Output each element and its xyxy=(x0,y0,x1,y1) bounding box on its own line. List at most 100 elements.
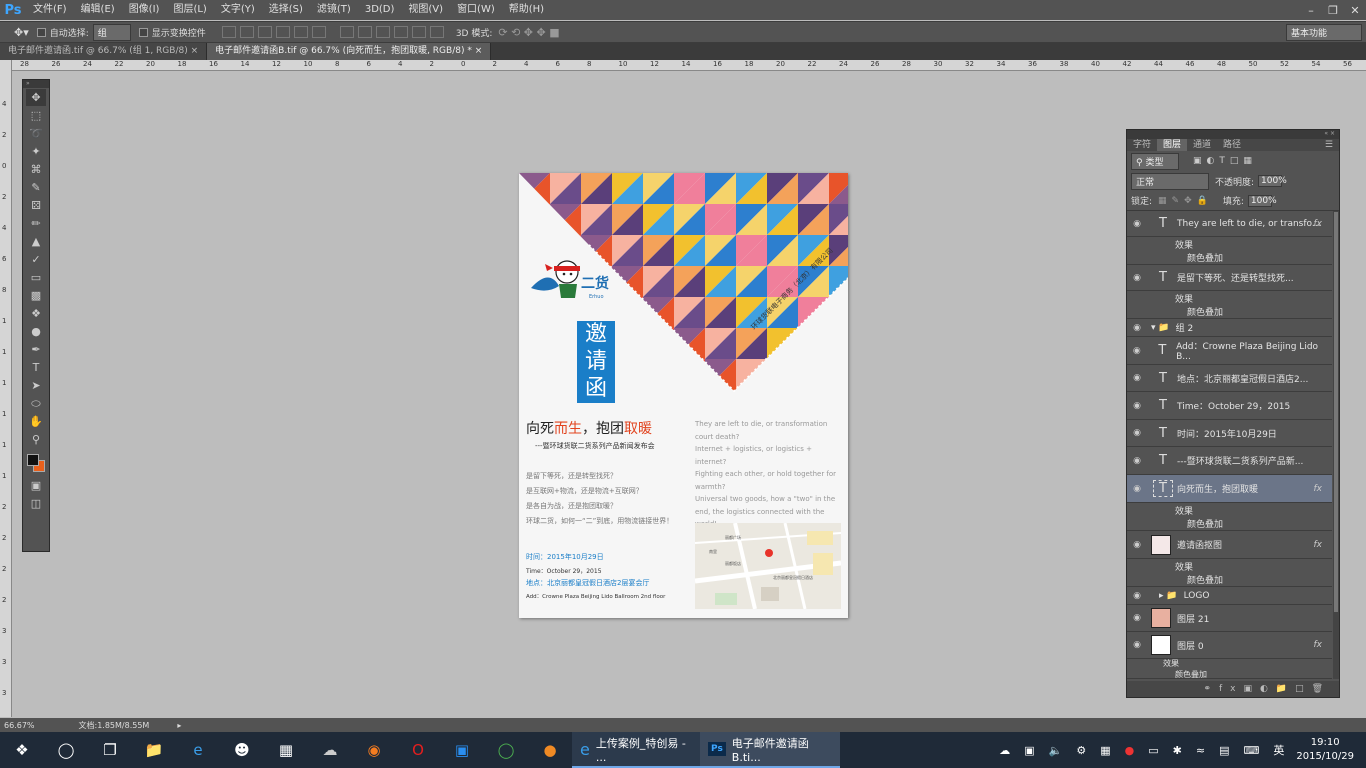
minimize-icon[interactable]: – xyxy=(1300,2,1322,18)
task-view-icon[interactable]: ❐ xyxy=(88,732,132,768)
align-bottom-icon[interactable] xyxy=(257,26,272,38)
dodge-tool-icon[interactable]: ● xyxy=(26,323,46,340)
workspace-dropdown[interactable]: 基本功能 xyxy=(1286,23,1362,41)
clock[interactable]: 19:10 2015/10/29 xyxy=(1296,736,1354,764)
auto-select-checkbox[interactable] xyxy=(36,27,46,37)
layer-row[interactable]: ◉ T 地点：北京丽都皇冠假日酒店2... xyxy=(1127,365,1332,392)
menu-select[interactable]: 选择(S) xyxy=(262,0,310,20)
crop-tool-icon[interactable]: ⌘ xyxy=(26,161,46,178)
color-swatches[interactable] xyxy=(23,452,49,476)
layer-effects[interactable]: 效果 颜色叠加 xyxy=(1127,659,1332,679)
layer-actions[interactable]: ⚭fx▣◐📁□🗑 xyxy=(1127,681,1339,697)
visibility-eye-icon[interactable]: ◉ xyxy=(1127,323,1147,333)
distribute-bottom-icon[interactable] xyxy=(375,26,390,38)
layer-row-selected[interactable]: ◉ T 向死而生，抱团取暖 fx xyxy=(1127,475,1332,503)
fx-icon[interactable]: fx xyxy=(1314,219,1323,229)
layer-row[interactable]: ◉ T Time：October 29，2015 xyxy=(1127,392,1332,420)
foreground-color-swatch[interactable] xyxy=(27,454,39,466)
volume-icon[interactable]: 🔈 xyxy=(1049,744,1063,757)
status-arrow-icon[interactable]: ▸ xyxy=(177,721,181,730)
ellipse-tool-icon[interactable]: ⬭ xyxy=(26,395,46,412)
menu-type[interactable]: 文字(Y) xyxy=(214,0,262,20)
distribute-right-icon[interactable] xyxy=(429,26,444,38)
align-right-icon[interactable] xyxy=(311,26,326,38)
settings-icon[interactable]: ⚙ xyxy=(1076,744,1086,757)
fill-input[interactable]: 100% xyxy=(1247,194,1277,207)
tab-layers[interactable]: 图层 xyxy=(1157,139,1188,151)
toolbox-header[interactable]: » xyxy=(23,80,49,88)
distribute-hcenter-icon[interactable] xyxy=(411,26,426,38)
layer-row[interactable]: ◉ T Add：Crowne Plaza Beijing Lido B... xyxy=(1127,337,1332,365)
qq-icon[interactable]: ☻ xyxy=(220,732,264,768)
distribute-vcenter-icon[interactable] xyxy=(357,26,372,38)
visibility-eye-icon[interactable]: ◉ xyxy=(1127,484,1147,494)
hand-tool-icon[interactable]: ✋ xyxy=(26,413,46,430)
screen-mode-icon[interactable]: ◫ xyxy=(26,495,46,512)
fx-icon[interactable]: fx xyxy=(1314,540,1323,550)
close-tab-icon[interactable]: × xyxy=(475,46,483,56)
blur-tool-icon[interactable]: ❖ xyxy=(26,305,46,322)
tab-paths[interactable]: 路径 xyxy=(1217,139,1247,151)
folder-icon[interactable]: ▸ 📁 xyxy=(1159,591,1178,601)
visibility-eye-icon[interactable]: ◉ xyxy=(1127,273,1147,283)
wifi-icon[interactable]: ≈ xyxy=(1196,744,1205,757)
search-icon[interactable]: ◯ xyxy=(44,732,88,768)
opera-icon[interactable]: O xyxy=(396,732,440,768)
battery-icon[interactable]: ▭ xyxy=(1148,744,1158,757)
network-app-icon[interactable]: ☁ xyxy=(308,732,352,768)
document-canvas[interactable]: 二货 Erhuo 邀 请 函 环球货联电子商务（北京）有限公司 向死而生，抱团取… xyxy=(519,173,848,618)
menu-filter[interactable]: 滤镜(T) xyxy=(310,0,358,20)
tab-character[interactable]: 字符 xyxy=(1127,139,1157,151)
tab-channels[interactable]: 通道 xyxy=(1187,139,1217,151)
lasso-tool-icon[interactable]: ➰ xyxy=(26,125,46,142)
brush-tool-icon[interactable]: ✏ xyxy=(26,215,46,232)
group-row[interactable]: ◉ ▸ 📁 LOGO xyxy=(1127,587,1332,605)
3d-rotate-icon[interactable]: ⟳ ⟲ ✥ ✥ ■ xyxy=(498,26,559,39)
visibility-eye-icon[interactable]: ◉ xyxy=(1127,613,1147,623)
taskbar-photoshop-window[interactable]: Ps 电子邮件邀请函B.ti... xyxy=(700,732,840,768)
firefox-icon[interactable]: ◉ xyxy=(352,732,396,768)
tab-document-2[interactable]: 电子邮件邀请函B.tif @ 66.7% (向死而生，抱团取暖, RGB/8) … xyxy=(207,43,492,60)
visibility-eye-icon[interactable]: ◉ xyxy=(1127,219,1147,229)
layer-row[interactable]: ◉ 图层 0 fx xyxy=(1127,632,1332,659)
taskbar-ie-window[interactable]: e 上传案例_特创易 - ... xyxy=(572,732,700,768)
tray-app-icon[interactable]: ▦ xyxy=(1100,744,1110,757)
menu-view[interactable]: 视图(V) xyxy=(401,0,450,20)
auto-select-dropdown[interactable]: 组 xyxy=(92,23,131,41)
visibility-eye-icon[interactable]: ◉ xyxy=(1127,591,1147,601)
tray-app-icon[interactable]: ● xyxy=(1125,744,1135,757)
menu-window[interactable]: 窗口(W) xyxy=(450,0,502,20)
fx-icon[interactable]: fx xyxy=(1314,484,1323,494)
layer-kind-filter[interactable]: ⚲ 类型 xyxy=(1131,152,1179,170)
layer-row[interactable]: ◉ 图层 21 xyxy=(1127,605,1332,632)
group-row[interactable]: ◉ ▾ 📁 组 2 xyxy=(1127,319,1332,337)
vertical-ruler[interactable]: 4 2 0 2 4 6 8 1 1 1 1 1 1 2 2 2 2 3 3 3 xyxy=(0,60,12,717)
zoom-tool-icon[interactable]: ⚲ xyxy=(26,431,46,448)
layer-effects[interactable]: 效果 颜色叠加 xyxy=(1127,291,1332,319)
lock-icons[interactable]: ▦✎✥🔒 xyxy=(1158,196,1213,206)
tab-document-1[interactable]: 电子邮件邀请函.tif @ 66.7% (组 1, RGB/8) × xyxy=(0,43,208,60)
path-select-icon[interactable]: ➤ xyxy=(26,377,46,394)
opacity-input[interactable]: 100% xyxy=(1258,175,1287,187)
close-tab-icon[interactable]: × xyxy=(191,46,199,56)
folder-icon[interactable]: ▾ 📁 xyxy=(1151,323,1170,333)
eyedropper-icon[interactable]: ✎ xyxy=(26,179,46,196)
layer-row[interactable]: ◉ T ---暨环球货联二货系列产品新... xyxy=(1127,447,1332,475)
zoom-level[interactable]: 66.67% xyxy=(4,721,35,730)
align-top-icon[interactable] xyxy=(221,26,236,38)
notification-icon[interactable]: ▤ xyxy=(1219,744,1229,757)
visibility-eye-icon[interactable]: ◉ xyxy=(1127,373,1147,383)
visibility-eye-icon[interactable]: ◉ xyxy=(1127,346,1147,356)
menu-image[interactable]: 图像(I) xyxy=(122,0,167,20)
layer-effects[interactable]: 效果 颜色叠加 xyxy=(1127,503,1332,531)
history-brush-icon[interactable]: ✓ xyxy=(26,251,46,268)
visibility-eye-icon[interactable]: ◉ xyxy=(1127,456,1147,466)
menu-file[interactable]: 文件(F) xyxy=(26,0,74,20)
layer-row[interactable]: ◉ T 是留下等死、还是转型找死... xyxy=(1127,265,1332,291)
file-explorer-icon[interactable]: 📁 xyxy=(132,732,176,768)
menu-3d[interactable]: 3D(D) xyxy=(358,0,402,20)
layer-row[interactable]: ◉ 邀请函抠图 fx xyxy=(1127,531,1332,559)
layer-scrollbar[interactable] xyxy=(1333,211,1339,679)
scrollbar-thumb[interactable] xyxy=(1334,212,1338,612)
horizontal-ruler[interactable]: 28 26 24 22 20 18 16 14 12 10 8 6 4 2 0 2 4 6 8 10 12 14 16 18 2… xyxy=(12,60,1366,71)
